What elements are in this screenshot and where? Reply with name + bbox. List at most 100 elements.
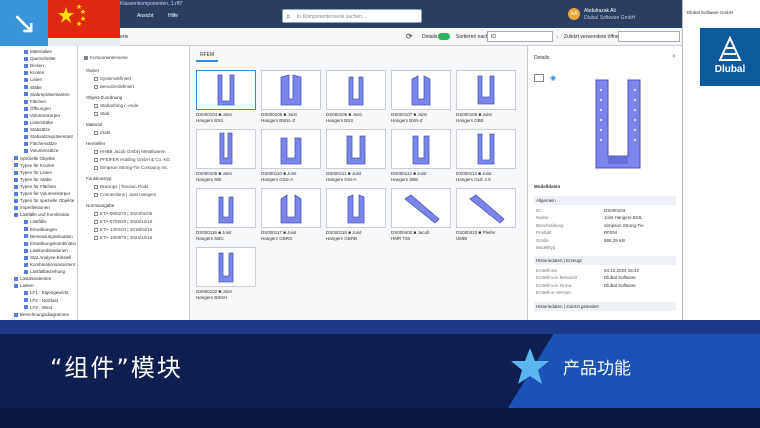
menu-ansicht[interactable]: Ansicht: [137, 13, 153, 19]
component-card[interactable]: DS000110 ■ Joist Hangers GSS-A: [261, 129, 321, 183]
tree-item[interactable]: Typen für Stäbe: [14, 177, 52, 182]
filter-group-title[interactable]: Objekt-Zuordnung: [86, 95, 122, 100]
filter-option[interactable]: Benutzerdefiniert: [94, 84, 134, 89]
checkbox[interactable]: [94, 184, 98, 189]
component-card[interactable]: DS000400 ■ Jacob HMR T50: [391, 188, 451, 242]
tree-item[interactable]: Materialien: [24, 49, 52, 54]
component-card[interactable]: DS000111 ■ Joist Hangers GSI-A: [326, 129, 386, 183]
tree-item[interactable]: Bemessungssituation: [24, 234, 73, 239]
tree-item[interactable]: Linienstäbe: [24, 120, 53, 125]
filter-group-title[interactable]: Owner: [86, 68, 99, 73]
sort-direction-icon[interactable]: ↓: [556, 34, 559, 40]
tree-item[interactable]: Spezielle Objekte: [14, 156, 55, 161]
filter-option[interactable]: Stahl: [94, 130, 110, 135]
tree-item[interactable]: Linien: [24, 77, 42, 82]
tree-item[interactable]: Knoten: [24, 70, 44, 75]
component-card[interactable]: DS000109 ■ Joist Hangers SBI: [196, 129, 256, 183]
filter-group-title[interactable]: Normausgabe: [86, 203, 114, 208]
checkbox[interactable]: [94, 149, 98, 154]
filter-option[interactable]: Bracings | Tension Rods: [94, 184, 148, 189]
filter-group-title[interactable]: Funktionstyp: [86, 176, 112, 181]
tab-rfem[interactable]: RFEM: [196, 52, 219, 62]
filter-option[interactable]: Simpson Strong-Tie Company Inc.: [94, 165, 169, 170]
filter-option[interactable]: ETA-13/0104 | 2018/04/19: [94, 227, 152, 232]
checkbox[interactable]: [94, 111, 98, 116]
tree-item[interactable]: Lastfälle und Kombinatio: [14, 212, 69, 217]
refresh-icon[interactable]: ⟳: [406, 32, 413, 41]
search-input[interactable]: ⌕ In Komponentenserie suchen...: [282, 9, 422, 23]
tree-item[interactable]: LF1 - Eigengewicht: [24, 290, 69, 295]
tree-item[interactable]: Einwirkungen: [24, 227, 57, 232]
component-card[interactable]: DS000113 ■ Joist Hangers GLE 2.5: [456, 129, 516, 183]
filter-option[interactable]: ETA-18/0878 | 2024/10/16: [94, 235, 152, 240]
checkbox[interactable]: [94, 157, 98, 162]
tree-item[interactable]: Querschnitte: [24, 56, 56, 61]
image-view-icon[interactable]: [534, 74, 544, 82]
tree-item[interactable]: Typen für Knoten: [14, 163, 54, 168]
tree-item[interactable]: Volumensätze: [24, 148, 58, 153]
filter-group-title[interactable]: Hersteller: [86, 141, 105, 146]
tree-item[interactable]: Lastfallbeziehung: [24, 269, 65, 274]
tree-item[interactable]: Stäbe: [24, 85, 42, 90]
tree-item[interactable]: Volumenkörper: [24, 113, 60, 118]
tree-item[interactable]: Kombinationsassistent: [24, 262, 75, 267]
filter-group-title[interactable]: Material: [86, 122, 102, 127]
filter-option[interactable]: Stab: [94, 111, 109, 116]
tree-item[interactable]: Stabsätze: [24, 127, 50, 132]
component-card[interactable]: DS000104 ■ Joist Hangers BSIL: [196, 70, 256, 124]
tree-item[interactable]: LF2 - Nutzlast: [24, 298, 58, 303]
checkbox[interactable]: [94, 84, 98, 89]
checkbox[interactable]: [94, 165, 98, 170]
menu-hilfe[interactable]: Hilfe: [168, 13, 178, 19]
tree-item[interactable]: Lastassistenten: [14, 276, 51, 281]
filter-option[interactable]: ETA-07/0033 | 2023/12/19: [94, 219, 152, 224]
tree-item[interactable]: LF3 - Wind: [24, 305, 52, 310]
component-card[interactable]: DS000105 ■ Joist Hangers BSNL-Z: [261, 70, 321, 124]
component-card[interactable]: DS000107 ■ Joist Hangers BSN-Z: [391, 70, 451, 124]
component-card[interactable]: DS000116 ■ Joist Hangers SBG: [196, 188, 256, 242]
component-card[interactable]: DS000108 ■ Joist Hangers GBE: [456, 70, 516, 124]
checkbox[interactable]: [94, 130, 98, 135]
close-icon[interactable]: ×: [672, 54, 676, 60]
recent-select[interactable]: [618, 31, 680, 42]
tree-item[interactable]: Typen für Volumenkörper: [14, 191, 70, 196]
tree-item[interactable]: Stabsatzrepräsentant: [24, 134, 73, 139]
checkbox[interactable]: [94, 192, 98, 197]
tree-item[interactable]: Lastfälle: [24, 219, 47, 224]
tree-item[interactable]: Typen für Linien: [14, 170, 52, 175]
component-card[interactable]: DS000102 ■ Joist Hangers BSNH: [196, 247, 256, 301]
details-toggle[interactable]: [438, 33, 450, 40]
checkbox[interactable]: [94, 219, 98, 224]
filter-option[interactable]: Connections | Joist Hangers: [94, 192, 156, 197]
component-card[interactable]: DS000118 ■ Joist Hangers GBRB: [326, 188, 386, 242]
tree-item[interactable]: Stabrepräsentanten: [24, 92, 70, 97]
tree-item[interactable]: Lastkombinationen: [24, 248, 68, 253]
checkbox[interactable]: [94, 227, 98, 232]
tree-item[interactable]: Öffnungen: [24, 106, 51, 111]
component-card[interactable]: DS000112 ■ Joist Hangers SBE: [391, 129, 451, 183]
filter-option[interactable]: Systemdefiniert: [94, 76, 131, 81]
component-series-filter[interactable]: Komponentenserie: [84, 55, 128, 60]
checkbox[interactable]: [94, 103, 98, 108]
component-card[interactable]: DS000117 ■ Joist Hangers GBRG: [261, 188, 321, 242]
checkbox[interactable]: [94, 235, 98, 240]
tree-item[interactable]: Imperfektionen: [14, 205, 50, 210]
checkbox[interactable]: [94, 76, 98, 81]
tree-item[interactable]: Stat.Analyse-Einstell: [24, 255, 71, 260]
tree-item[interactable]: Typen für Flächen: [14, 184, 56, 189]
component-card[interactable]: DS000410 ■ Pfeifer UMBI: [456, 188, 516, 242]
3d-view-icon[interactable]: ◉: [550, 74, 556, 82]
tree-item[interactable]: Typen für spezielle Objekte: [14, 198, 74, 203]
filter-option[interactable]: PFEIFER Holding GmbH & Co. KG: [94, 157, 170, 162]
filter-option[interactable]: ETA-06/0270 | 2023/01/06: [94, 211, 152, 216]
sort-select[interactable]: ID: [487, 31, 553, 42]
tree-item[interactable]: Dicken: [24, 63, 44, 68]
tree-item[interactable]: Flächensätze: [24, 141, 57, 146]
tree-item[interactable]: Lasten: [14, 283, 34, 288]
checkbox[interactable]: [94, 211, 98, 216]
filter-option[interactable]: Stabanfang / -ende: [94, 103, 138, 108]
component-card[interactable]: DS000106 ■ Joist Hangers BSS: [326, 70, 386, 124]
tree-item[interactable]: Einwirkungskombinatio: [24, 241, 76, 246]
tree-item[interactable]: Flächen: [24, 99, 46, 104]
filter-option[interactable]: HHBB Jacob GmbH Metallwaren: [94, 149, 166, 154]
